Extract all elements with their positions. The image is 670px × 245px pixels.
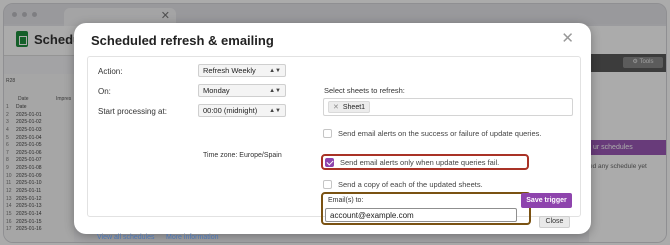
only-fail-label: Send email alerts only when update queri… (340, 158, 500, 167)
close-icon[interactable]: ✕ (561, 29, 574, 47)
more-information-link[interactable]: More information (166, 234, 219, 241)
remove-chip-icon[interactable]: ✕ (333, 104, 339, 111)
day-select[interactable]: Monday ▲▼ (198, 84, 286, 97)
only-fail-checkbox[interactable] (325, 158, 334, 167)
on-label: On: (98, 87, 111, 96)
select-arrows-icon: ▲▼ (269, 68, 281, 74)
action-select[interactable]: Refresh Weekly ▲▼ (198, 64, 286, 77)
start-time-select[interactable]: 00:00 (midnight) ▲▼ (198, 104, 286, 117)
start-time-value: 00:00 (midnight) (203, 106, 258, 115)
email-field[interactable] (325, 208, 517, 222)
option-copy[interactable]: Send a copy of each of the updated sheet… (323, 180, 483, 189)
action-label: Action: (98, 67, 123, 76)
select-arrows-icon: ▲▼ (269, 108, 281, 114)
select-arrows-icon: ▲▼ (269, 88, 281, 94)
copy-label: Send a copy of each of the updated sheet… (338, 180, 483, 189)
option-success-failure[interactable]: Send email alerts on the success or fail… (323, 129, 541, 138)
timezone-text: Time zone: Europe/Spain (203, 152, 282, 159)
sheet-chip[interactable]: ✕ Sheet1 (328, 101, 371, 113)
success-failure-label: Send email alerts on the success or fail… (338, 129, 542, 138)
save-trigger-button[interactable]: Save trigger (521, 193, 572, 208)
close-button[interactable]: Close (539, 216, 570, 228)
option-only-fail[interactable]: Send email alerts only when update queri… (325, 158, 499, 167)
start-label: Start processing at: (98, 107, 167, 116)
dialog-title: Scheduled refresh & emailing (91, 33, 274, 48)
day-value: Monday (203, 86, 230, 95)
sheets-label: Select sheets to refresh: (324, 86, 405, 95)
sheets-multiselect[interactable]: ✕ Sheet1 (323, 98, 573, 116)
emails-label: Email(s) to: (328, 197, 364, 204)
sheet-chip-label: Sheet1 (342, 104, 366, 111)
view-all-schedules-link[interactable]: View all schedules (97, 234, 154, 241)
success-failure-checkbox[interactable] (323, 129, 332, 138)
copy-checkbox[interactable] (323, 180, 332, 189)
scheduled-refresh-dialog: Scheduled refresh & emailing ✕ Action: R… (74, 23, 591, 241)
dialog-body: Action: Refresh Weekly ▲▼ On: Monday ▲▼ … (87, 56, 581, 241)
action-value: Refresh Weekly (203, 66, 256, 75)
